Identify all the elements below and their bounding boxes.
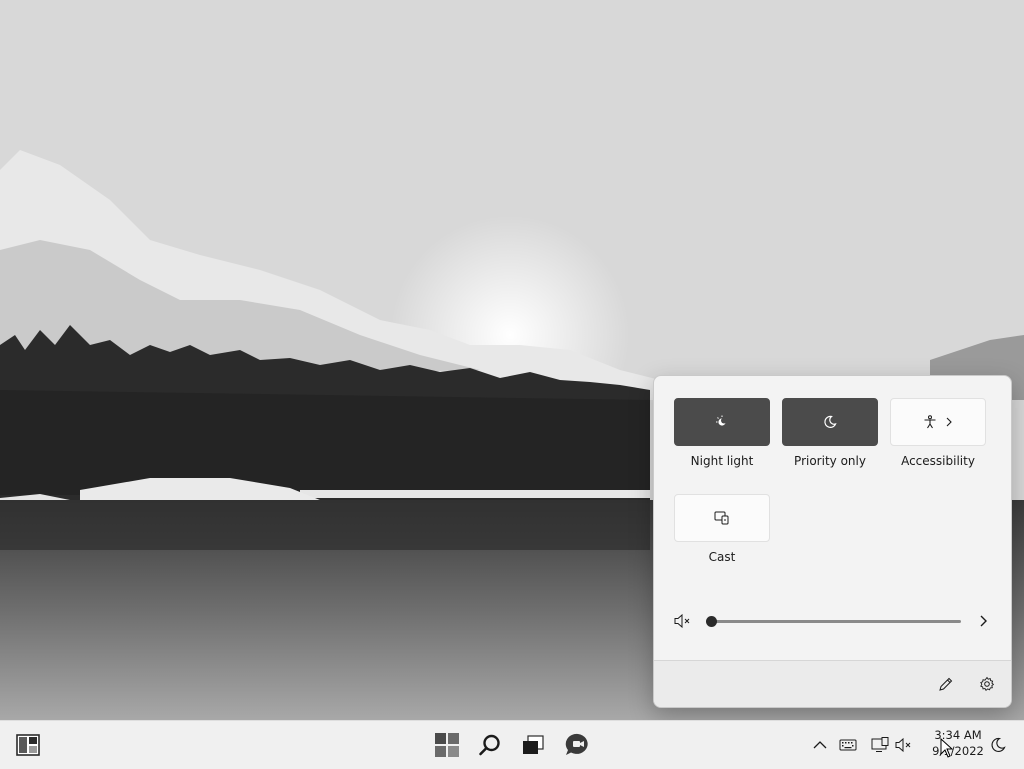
quick-settings-footer xyxy=(654,660,1011,707)
gear-icon xyxy=(980,676,995,691)
chat-icon xyxy=(565,733,588,755)
tile-priority-only[interactable]: Priority only xyxy=(782,398,878,468)
volume-row xyxy=(674,609,994,633)
task-view-button[interactable] xyxy=(517,729,549,761)
touch-keyboard-button[interactable] xyxy=(832,729,864,761)
start-button[interactable] xyxy=(431,729,463,761)
settings-button[interactable] xyxy=(973,670,1001,698)
focus-assist-button[interactable] xyxy=(982,729,1014,761)
mouse-cursor-icon xyxy=(940,738,954,758)
quick-settings-panel: Night light Priority only Accessibility xyxy=(653,375,1012,708)
keyboard-icon xyxy=(839,739,857,751)
accessibility-toggle[interactable] xyxy=(890,398,986,446)
widgets-icon xyxy=(16,734,40,756)
search-icon xyxy=(479,734,500,756)
edit-quick-settings-button[interactable] xyxy=(932,670,960,698)
taskbar: 3:34 AM 9/1/2022 xyxy=(0,720,1024,769)
pencil-icon xyxy=(939,677,953,691)
moon-icon xyxy=(991,737,1006,752)
night-light-toggle[interactable] xyxy=(674,398,770,446)
cast-toggle[interactable] xyxy=(674,494,770,542)
speaker-muted-icon xyxy=(895,737,911,753)
windows-start-icon xyxy=(435,733,459,757)
search-button[interactable] xyxy=(474,729,506,761)
tile-night-light[interactable]: Night light xyxy=(674,398,770,468)
moon-icon xyxy=(824,415,837,428)
widgets-button[interactable] xyxy=(12,729,44,761)
chevron-up-icon xyxy=(813,741,827,749)
volume-slider-thumb[interactable] xyxy=(706,616,717,627)
accessibility-icon xyxy=(924,415,936,429)
tile-label: Night light xyxy=(690,454,754,468)
volume-slider-track[interactable] xyxy=(711,620,961,623)
speaker-muted-icon[interactable] xyxy=(674,613,692,629)
chat-button[interactable] xyxy=(562,729,594,761)
chevron-right-icon xyxy=(946,417,952,427)
task-view-icon xyxy=(523,735,544,754)
chevron-right-icon[interactable] xyxy=(978,614,988,628)
tile-accessibility[interactable]: Accessibility xyxy=(890,398,986,468)
tile-label: Cast xyxy=(708,550,736,564)
cast-icon xyxy=(714,511,729,525)
tile-label: Accessibility xyxy=(901,454,975,468)
night-light-icon xyxy=(716,415,727,426)
volume-status[interactable] xyxy=(888,729,920,761)
tile-label: Priority only xyxy=(794,454,866,468)
tile-cast[interactable]: Cast xyxy=(674,494,770,564)
network-icon xyxy=(871,737,889,752)
priority-only-toggle[interactable] xyxy=(782,398,878,446)
